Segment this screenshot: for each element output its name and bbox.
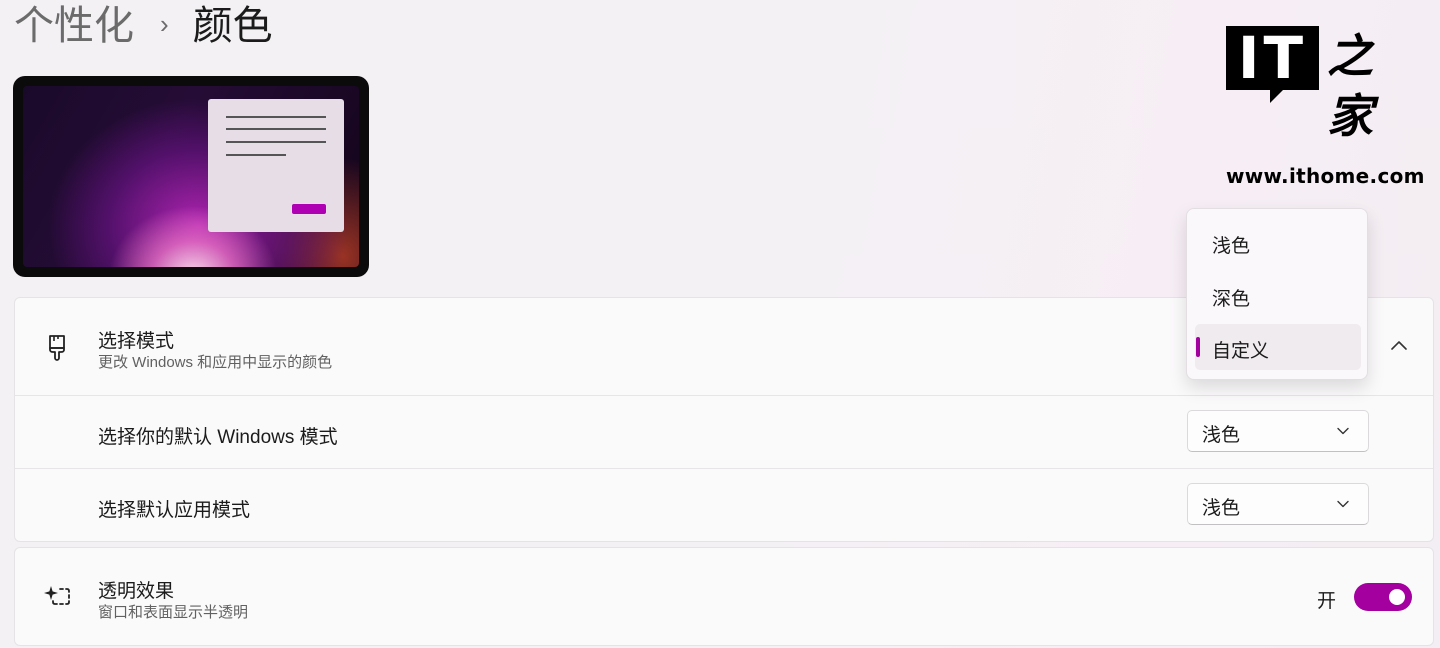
mode-option-custom[interactable]: 自定义 bbox=[1195, 324, 1361, 370]
app-mode-dropdown[interactable]: 浅色 bbox=[1187, 483, 1369, 525]
transparency-title: 透明效果 bbox=[98, 581, 175, 602]
preview-text-line bbox=[226, 116, 326, 118]
breadcrumb: 个性化 › 颜色 bbox=[14, 0, 273, 52]
mode-option-dark[interactable]: 深色 bbox=[1195, 272, 1361, 318]
mode-dropdown-flyout: 浅色 深色 自定义 bbox=[1186, 208, 1368, 380]
chevron-up-icon[interactable] bbox=[1387, 334, 1411, 358]
transparency-subtitle: 窗口和表面显示半透明 bbox=[98, 604, 249, 621]
windows-mode-label: 选择你的默认 Windows 模式 bbox=[98, 427, 338, 448]
logo-it-mark: IT bbox=[1226, 26, 1320, 103]
mode-option-light[interactable]: 浅色 bbox=[1195, 219, 1361, 265]
chevron-down-icon bbox=[1337, 427, 1349, 435]
paintbrush-icon bbox=[49, 335, 65, 361]
app-mode-row: 选择默认应用模式 浅色 bbox=[15, 468, 1433, 541]
choose-mode-title: 选择模式 bbox=[98, 331, 175, 352]
ithome-logo: IT 之家 www.ithome.com bbox=[1226, 26, 1424, 188]
preview-accent-button bbox=[292, 204, 326, 214]
app-mode-label: 选择默认应用模式 bbox=[98, 500, 251, 521]
preview-text-line bbox=[226, 154, 286, 156]
logo-chinese-text: 之家 bbox=[1327, 29, 1376, 143]
mode-option-label: 自定义 bbox=[1212, 341, 1270, 362]
windows-mode-value: 浅色 bbox=[1202, 425, 1241, 446]
choose-mode-subtitle: 更改 Windows 和应用中显示的颜色 bbox=[98, 354, 333, 371]
preview-text-line bbox=[226, 141, 326, 143]
chevron-down-icon bbox=[1337, 500, 1349, 508]
theme-preview bbox=[13, 76, 369, 277]
preview-text-line bbox=[226, 128, 326, 130]
breadcrumb-parent-link[interactable]: 个性化 bbox=[14, 0, 134, 52]
logo-url: www.ithome.com bbox=[1226, 164, 1425, 188]
page-title: 颜色 bbox=[192, 4, 273, 48]
app-mode-value: 浅色 bbox=[1202, 498, 1241, 519]
windows-mode-row: 选择你的默认 Windows 模式 浅色 bbox=[15, 395, 1433, 467]
transparency-toggle[interactable] bbox=[1354, 583, 1412, 611]
mode-option-label: 浅色 bbox=[1212, 236, 1251, 257]
mode-option-label: 深色 bbox=[1212, 289, 1251, 310]
breadcrumb-separator-chevron-icon: › bbox=[160, 9, 169, 39]
preview-window bbox=[208, 99, 344, 232]
selection-indicator bbox=[1196, 337, 1200, 357]
sparkle-transparency-icon bbox=[44, 586, 70, 605]
toggle-knob bbox=[1389, 589, 1405, 605]
transparency-state-label: 开 bbox=[1317, 591, 1337, 612]
preview-wallpaper bbox=[23, 86, 359, 267]
windows-mode-dropdown[interactable]: 浅色 bbox=[1187, 410, 1369, 452]
transparency-card: 透明效果 窗口和表面显示半透明 开 bbox=[14, 547, 1434, 646]
